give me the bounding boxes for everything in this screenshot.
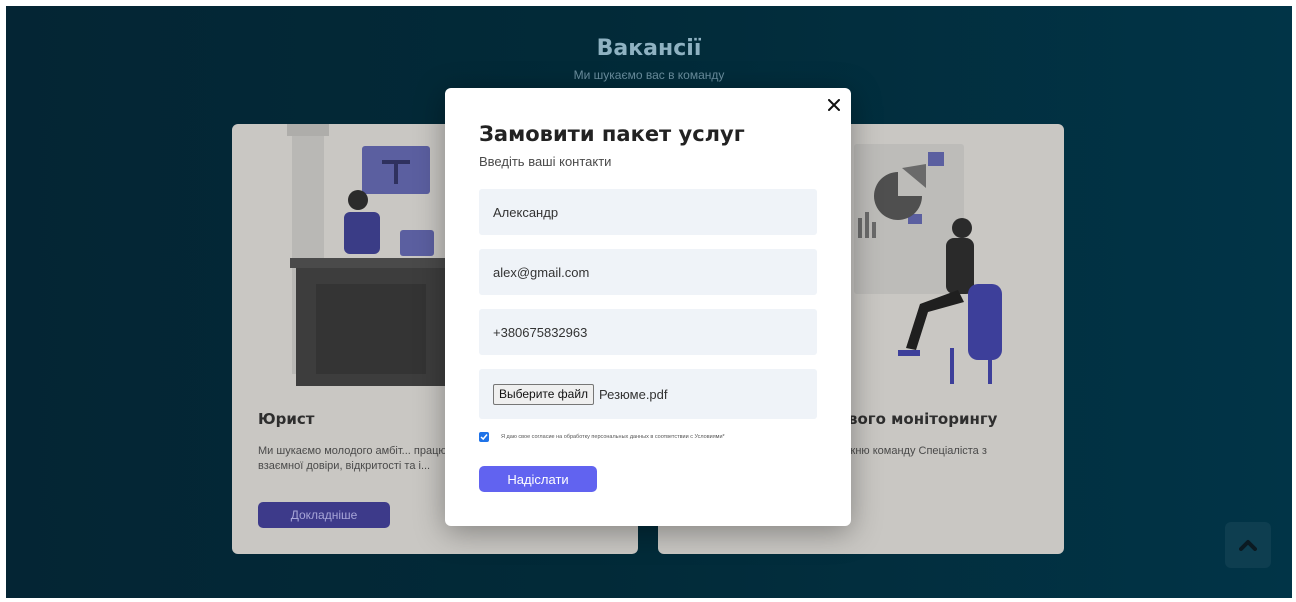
consent-checkbox[interactable]	[479, 432, 489, 442]
scroll-top-button[interactable]	[1225, 522, 1271, 568]
submit-button[interactable]: Надіслати	[479, 466, 597, 492]
close-icon	[828, 99, 840, 111]
choose-file-button[interactable]: Выберите файл	[493, 383, 595, 405]
chevron-up-icon	[1239, 540, 1257, 551]
phone-input[interactable]	[479, 309, 817, 355]
modal-subtitle: Введіть ваші контакти	[479, 154, 612, 169]
name-input[interactable]	[479, 189, 817, 235]
checkmark-icon	[480, 434, 488, 441]
close-button[interactable]	[823, 94, 845, 116]
resume-file-field: Выберите файл Резюме.pdf	[479, 369, 817, 419]
order-package-modal: Замовити пакет услуг Введіть ваші контак…	[445, 88, 851, 526]
file-name: Резюме.pdf	[599, 386, 668, 402]
email-input[interactable]	[479, 249, 817, 295]
modal-title: Замовити пакет услуг	[479, 122, 745, 146]
consent-label: Я даю свое согласие на обработку персона…	[501, 434, 725, 440]
consent-row: Я даю свое согласие на обработку персона…	[479, 432, 725, 442]
